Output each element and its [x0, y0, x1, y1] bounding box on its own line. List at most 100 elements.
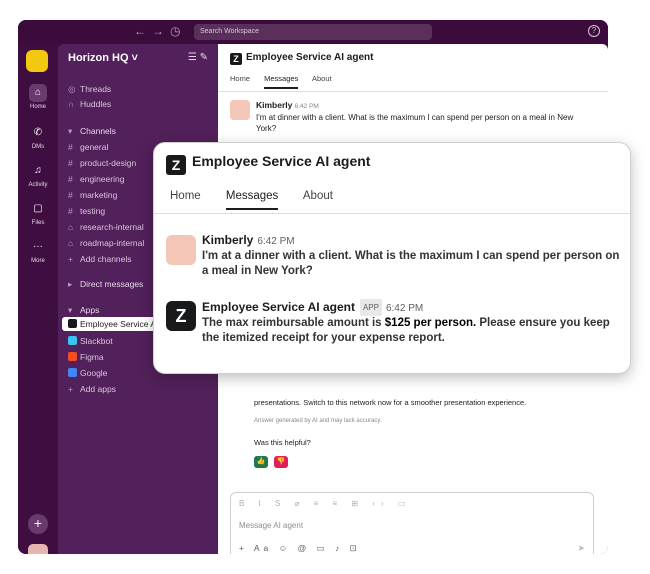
workspace-rail: ⌂ Home ✆ DMs ♫ Activity ▢ Files ··· More + — [18, 44, 58, 554]
sender-name[interactable]: Employee Service AI agent — [202, 300, 355, 314]
slackbot-icon — [68, 336, 77, 345]
channel-roadmap-internal[interactable]: ⌂ roadmap-internal — [68, 238, 144, 248]
divider — [154, 213, 630, 214]
app-figma[interactable]: Figma — [68, 352, 104, 362]
add-apps-button[interactable]: + Add apps — [68, 384, 116, 394]
help-icon[interactable]: ? — [588, 25, 600, 37]
message: Kimberly 6:42 PM I'm at dinner with a cli… — [230, 100, 590, 134]
workspace-logo[interactable] — [26, 50, 48, 72]
add-channels-button[interactable]: + Add channels — [68, 254, 132, 264]
helpful-question: Was this helpful? — [254, 438, 311, 447]
channels-header[interactable]: ▾ Channels — [68, 126, 116, 137]
rail-home[interactable]: ⌂ Home — [18, 84, 58, 110]
tabs: Home Messages About — [230, 74, 344, 89]
threads-icon: ◎ — [68, 84, 76, 94]
tab-about[interactable]: About — [303, 190, 333, 202]
plus-icon: + — [68, 254, 73, 264]
caret-right-icon: ▸ — [68, 279, 73, 289]
message-text: I'm at dinner with a client. What is the… — [256, 113, 574, 133]
send-icon[interactable]: ➤ — [577, 543, 585, 554]
rail-activity[interactable]: ♫ Activity — [18, 162, 58, 188]
rail-home-label: Home — [29, 104, 46, 110]
agent-reply-tail: presentations. Switch to this network no… — [254, 398, 527, 407]
bell-icon: ♫ — [34, 165, 42, 176]
workspace-name[interactable]: Horizon HQ ˅ — [68, 52, 138, 64]
app-google[interactable]: Google — [68, 368, 107, 378]
timestamp: 6:42 PM — [257, 236, 295, 247]
user-avatar[interactable] — [28, 544, 48, 554]
caret-down-icon: ▾ — [68, 126, 73, 136]
page-title: Z Employee Service AI agent — [230, 52, 373, 65]
zendesk-icon[interactable]: Z — [166, 301, 196, 331]
app-badge: APP — [359, 299, 382, 316]
zoomed-card: Z Employee Service AI agent Home Messages… — [153, 142, 631, 374]
search-input[interactable]: Search Workspace — [194, 24, 432, 40]
tab-home[interactable]: Home — [170, 190, 201, 202]
rail-dms-label: DMs — [31, 144, 45, 150]
divider — [218, 91, 608, 92]
add-workspace-button[interactable]: + — [28, 514, 48, 534]
hash-icon: # — [68, 206, 73, 216]
home-icon: ⌂ — [29, 84, 47, 102]
ai-disclaimer: Answer generated by AI and may lack accu… — [254, 418, 382, 424]
rail-more[interactable]: ··· More — [18, 238, 58, 264]
apps-header[interactable]: ▾ Apps — [68, 305, 99, 316]
sender-name[interactable]: Kimberly — [256, 100, 292, 110]
caret-down-icon: ▾ — [68, 305, 73, 315]
more-icon: ··· — [33, 241, 43, 252]
timestamp: 6:42 PM — [294, 103, 319, 110]
lock-icon: ⌂ — [68, 222, 74, 232]
tab-home[interactable]: Home — [230, 74, 250, 83]
user-message: Kimberly 6:42 PM I'm at a dinner with a c… — [166, 233, 621, 279]
rail-dms[interactable]: ✆ DMs — [18, 124, 58, 150]
rail-files-label: Files — [31, 220, 45, 226]
dm-header[interactable]: ▸ Direct messages — [68, 279, 143, 290]
zendesk-icon: Z — [166, 155, 186, 175]
sender-name[interactable]: Kimberly — [202, 233, 253, 247]
sidebar-item-huddles[interactable]: ∩ Huddles — [68, 99, 111, 109]
headphones-icon: ∩ — [68, 99, 75, 109]
thumbs-up-button[interactable]: 👍 — [254, 456, 268, 468]
kimberly-avatar[interactable] — [166, 235, 196, 265]
card-tabs: Home Messages About — [170, 190, 355, 210]
zendesk-icon: Z — [230, 53, 242, 65]
message-text: I'm at a dinner with a client. What is t… — [202, 250, 620, 277]
tab-about[interactable]: About — [312, 74, 332, 83]
channel-testing[interactable]: # testing — [68, 206, 105, 216]
hash-icon: # — [68, 190, 73, 200]
top-bar: ← → ◷ Search Workspace ? — [18, 20, 608, 44]
back-icon[interactable]: ← — [134, 24, 146, 38]
channel-product-design[interactable]: # product-design — [68, 158, 136, 168]
plus-icon: + — [68, 384, 73, 394]
rail-activity-label: Activity — [28, 182, 48, 188]
composer-tools[interactable]: + Aa ☺ @ ▭ ♪ ⊡ — [239, 543, 361, 554]
message-input[interactable]: Message AI agent — [239, 521, 303, 530]
format-toolbar[interactable]: B I S ⌀ ≡ ≡ ⊞ ‹› ▭ — [239, 499, 411, 508]
channel-engineering[interactable]: # engineering — [68, 174, 124, 184]
channel-general[interactable]: # general — [68, 142, 108, 152]
thumbs-down-button[interactable]: 👎 — [274, 456, 288, 468]
message-composer[interactable]: B I S ⌀ ≡ ≡ ⊞ ‹› ▭ Message AI agent + Aa… — [230, 492, 594, 554]
google-icon — [68, 368, 77, 377]
timestamp: 6:42 PM — [385, 303, 424, 314]
lock-icon: ⌂ — [68, 238, 74, 248]
agent-message: Z Employee Service AI agent APP 6:42 PM Th… — [166, 299, 621, 346]
zendesk-icon — [68, 319, 77, 328]
app-slackbot[interactable]: Slackbot — [68, 336, 113, 346]
forward-icon[interactable]: → — [152, 24, 164, 38]
sidebar-tools[interactable]: ☰ ✎ — [188, 52, 208, 63]
message-text: The max reimbursable amount is $125 per … — [202, 317, 610, 344]
tab-messages[interactable]: Messages — [225, 190, 279, 210]
avatar[interactable] — [230, 100, 250, 120]
channel-research-internal[interactable]: ⌂ research-internal — [68, 222, 144, 232]
card-title: Z Employee Service AI agent — [166, 153, 370, 175]
rail-more-label: More — [31, 258, 45, 264]
dms-icon: ✆ — [33, 127, 43, 138]
hash-icon: # — [68, 174, 73, 184]
rail-files[interactable]: ▢ Files — [18, 200, 58, 226]
sidebar-item-threads[interactable]: ◎ Threads — [68, 84, 111, 95]
tab-messages[interactable]: Messages — [264, 74, 299, 89]
channel-marketing[interactable]: # marketing — [68, 190, 117, 200]
hash-icon: # — [68, 142, 73, 152]
history-icon[interactable]: ◷ — [170, 24, 180, 38]
